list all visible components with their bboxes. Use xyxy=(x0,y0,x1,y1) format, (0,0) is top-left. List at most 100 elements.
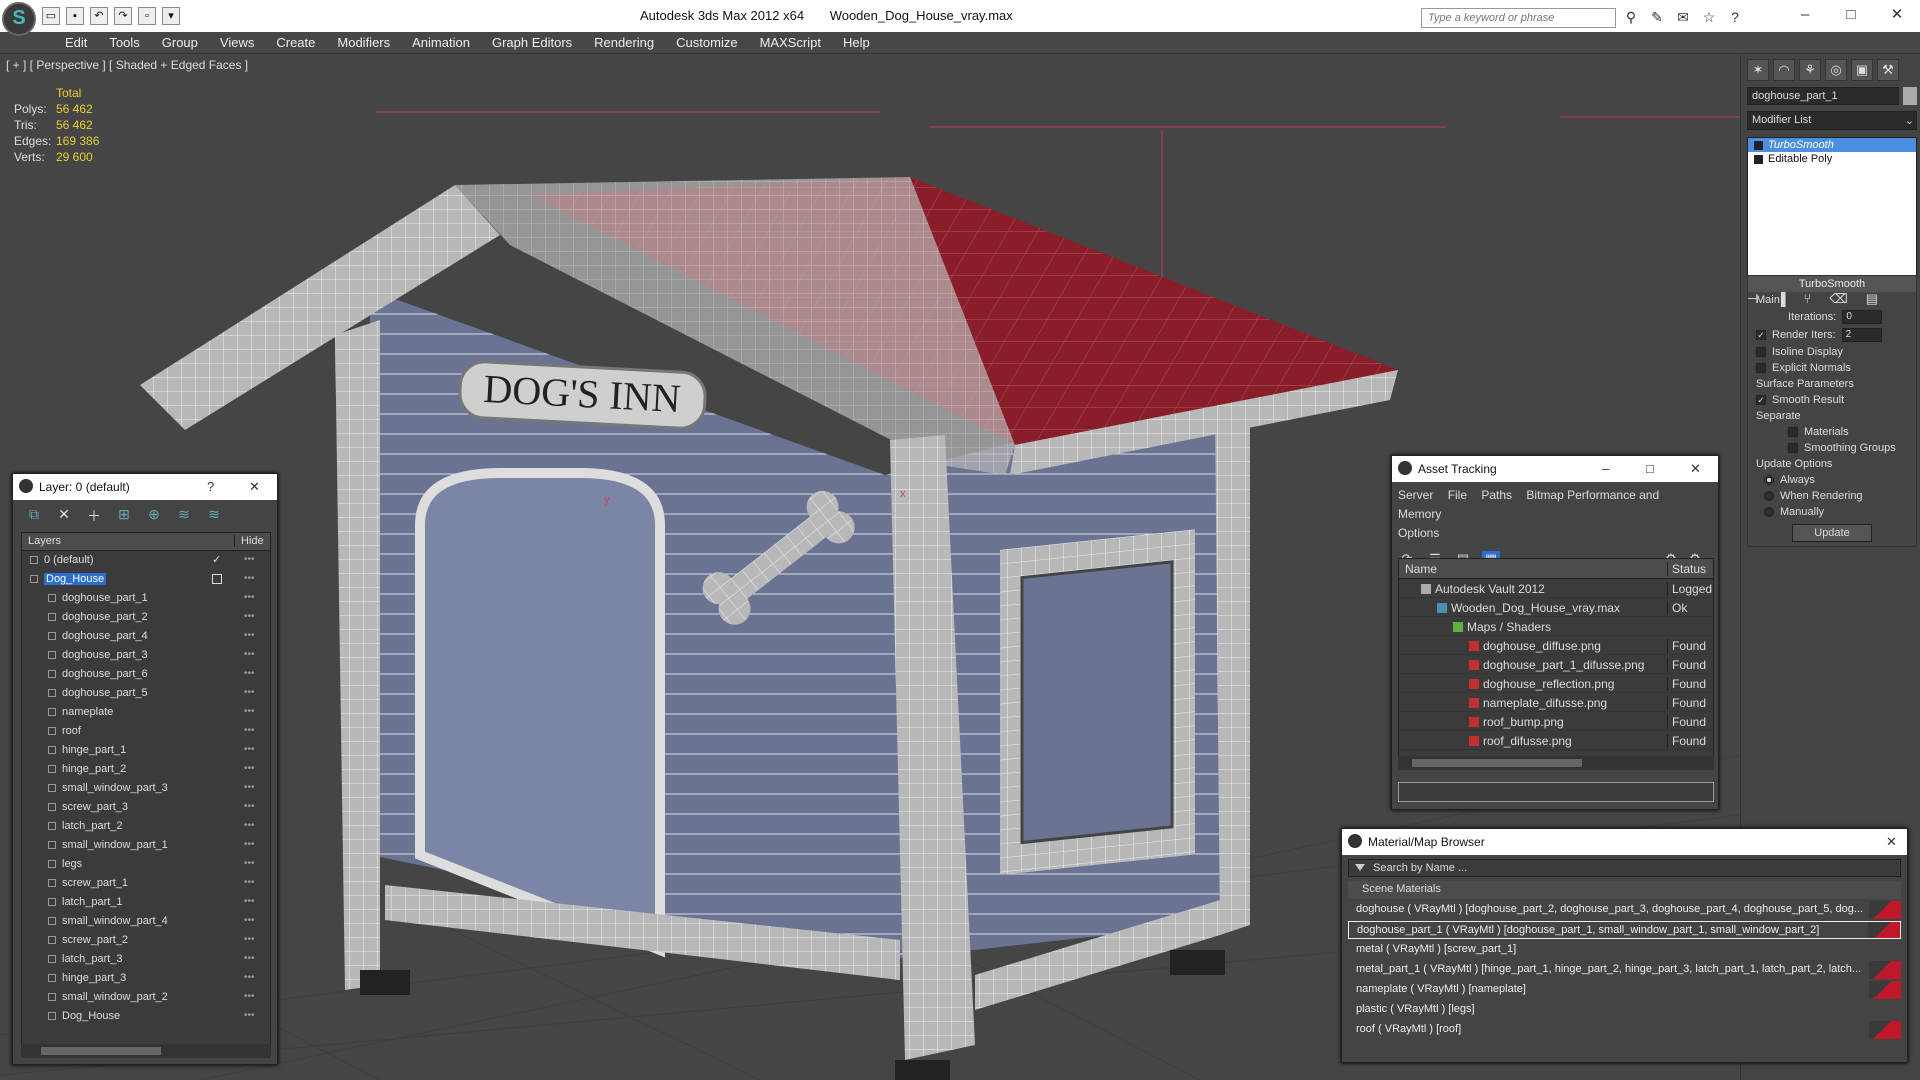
viewport-label[interactable]: [ + ] [ Perspective ] [ Shaded + Edged F… xyxy=(6,58,248,72)
column-name[interactable]: Name xyxy=(1405,562,1437,576)
asset-menu-bitmap[interactable]: Bitmap Performance and Memory xyxy=(1398,488,1659,521)
hide-toggle[interactable]: ••• xyxy=(244,611,255,622)
layer-row[interactable]: doghouse_part_2 ••• xyxy=(22,608,270,627)
object-color-swatch[interactable] xyxy=(1903,87,1917,105)
layer-dialog-titlebar[interactable]: Layer: 0 (default) ? ✕ xyxy=(13,474,277,500)
layer-row[interactable]: doghouse_part_4 ••• xyxy=(22,627,270,646)
stack-item-turbosmooth[interactable]: TurboSmooth xyxy=(1748,138,1916,152)
layer-row[interactable]: screw_part_2 ••• xyxy=(22,931,270,950)
undo-icon[interactable]: ↶ xyxy=(90,7,108,25)
options-dropdown-icon[interactable] xyxy=(1355,864,1365,871)
asset-row[interactable]: nameplate_difusse.png Found xyxy=(1399,693,1713,712)
rollout-header[interactable]: TurboSmooth xyxy=(1748,276,1916,292)
menu-customize[interactable]: Customize xyxy=(665,35,748,50)
hide-toggle[interactable]: ••• xyxy=(244,744,255,755)
menu-views[interactable]: Views xyxy=(209,35,265,50)
close-icon[interactable]: ✕ xyxy=(1690,461,1701,477)
layer-row[interactable]: hinge_part_3 ••• xyxy=(22,969,270,988)
layer-row[interactable]: small_window_part_3 ••• xyxy=(22,779,270,798)
material-row[interactable]: doghouse_part_1 ( VRayMtl ) [doghouse_pa… xyxy=(1348,921,1901,939)
maximize-icon[interactable]: □ xyxy=(1646,461,1654,476)
hide-toggle[interactable]: ••• xyxy=(244,991,255,1002)
scene-materials-group[interactable]: Scene Materials xyxy=(1348,881,1901,899)
redo-icon[interactable]: ↷ xyxy=(114,7,132,25)
close-icon[interactable]: ✕ xyxy=(249,479,260,495)
menu-tools[interactable]: Tools xyxy=(98,35,150,50)
app-logo-icon[interactable]: S xyxy=(2,2,36,36)
asset-menu-server[interactable]: Server xyxy=(1398,488,1433,502)
asset-row[interactable]: Autodesk Vault 2012 Logged O xyxy=(1399,579,1713,598)
material-row[interactable]: metal ( VRayMtl ) [screw_part_1] xyxy=(1348,941,1901,959)
motion-tab-icon[interactable]: ◎ xyxy=(1825,59,1847,81)
column-hide[interactable]: Hide xyxy=(234,535,264,547)
material-row[interactable]: doghouse ( VRayMtl ) [doghouse_part_2, d… xyxy=(1348,901,1901,919)
layer-row[interactable]: screw_part_3 ••• xyxy=(22,798,270,817)
scrollbar-thumb[interactable] xyxy=(41,1047,161,1055)
hide-toggle[interactable]: ••• xyxy=(244,915,255,926)
stack-item-editable-poly[interactable]: Editable Poly xyxy=(1748,152,1916,166)
asset-row[interactable]: doghouse_diffuse.png Found xyxy=(1399,636,1713,655)
add-selection-box-icon[interactable] xyxy=(212,574,222,584)
open-icon[interactable]: ▭ xyxy=(42,7,60,25)
asset-dialog-titlebar[interactable]: Asset Tracking – □ ✕ xyxy=(1392,456,1718,482)
layer-row[interactable]: small_window_part_1 ••• xyxy=(22,836,270,855)
isoline-checkbox[interactable] xyxy=(1756,347,1766,357)
modify-tab-icon[interactable]: ◠ xyxy=(1773,59,1795,81)
hide-toggle[interactable]: ••• xyxy=(244,649,255,660)
favorites-star-icon[interactable]: ☆ xyxy=(1700,8,1718,26)
layer-row[interactable]: 0 (default) ••• ✓ xyxy=(22,551,270,570)
layer-row[interactable]: latch_part_3 ••• xyxy=(22,950,270,969)
hide-toggle[interactable]: ••• xyxy=(244,953,255,964)
layer-row[interactable]: small_window_part_4 ••• xyxy=(22,912,270,931)
menu-create[interactable]: Create xyxy=(265,35,326,50)
menu-modifiers[interactable]: Modifiers xyxy=(326,35,401,50)
scrollbar-thumb[interactable] xyxy=(1412,759,1582,767)
menu-edit[interactable]: Edit xyxy=(54,35,98,50)
menu-maxscript[interactable]: MAXScript xyxy=(749,35,832,50)
hide-toggle[interactable]: ••• xyxy=(244,801,255,812)
save-icon[interactable]: ▪ xyxy=(66,7,84,25)
layer-row[interactable]: doghouse_part_3 ••• xyxy=(22,646,270,665)
layer-row[interactable]: nameplate ••• xyxy=(22,703,270,722)
layer-row[interactable]: Dog_House ••• xyxy=(22,1007,270,1026)
materials-checkbox[interactable] xyxy=(1788,427,1798,437)
layer-row[interactable]: Dog_House ••• xyxy=(22,570,270,589)
render-iters-spinner[interactable]: 2 xyxy=(1841,328,1882,342)
hide-toggle[interactable]: ••• xyxy=(244,820,255,831)
layer-row[interactable]: latch_part_1 ••• xyxy=(22,893,270,912)
hide-toggle[interactable]: ••• xyxy=(244,934,255,945)
smoothing-groups-checkbox[interactable] xyxy=(1788,443,1798,453)
hide-toggle[interactable]: ••• xyxy=(244,1010,255,1021)
help-icon[interactable]: ? xyxy=(207,479,214,494)
minimize-icon[interactable]: – xyxy=(1782,0,1828,30)
material-row[interactable]: nameplate ( VRayMtl ) [nameplate] xyxy=(1348,981,1901,999)
manually-radio[interactable] xyxy=(1764,507,1774,517)
asset-menu-file[interactable]: File xyxy=(1448,488,1467,502)
material-row[interactable]: metal_part_1 ( VRayMtl ) [hinge_part_1, … xyxy=(1348,961,1901,979)
column-status[interactable]: Status xyxy=(1667,562,1706,576)
keyword-search-input[interactable]: Type a keyword or phrase xyxy=(1421,8,1616,28)
display-tab-icon[interactable]: ▣ xyxy=(1851,59,1873,81)
layer-row[interactable]: latch_part_2 ••• xyxy=(22,817,270,836)
material-row[interactable]: plastic ( VRayMtl ) [legs] xyxy=(1348,1001,1901,1019)
asset-row[interactable]: Maps / Shaders xyxy=(1399,617,1713,636)
hide-all-icon[interactable]: ≋ xyxy=(175,506,193,524)
select-in-layer-icon[interactable]: ⊞ xyxy=(115,506,133,524)
menu-graph-editors[interactable]: Graph Editors xyxy=(481,35,583,50)
material-row[interactable]: roof ( VRayMtl ) [roof] xyxy=(1348,1021,1901,1039)
asset-row[interactable]: doghouse_part_1_difusse.png Found xyxy=(1399,655,1713,674)
column-layers[interactable]: Layers xyxy=(28,535,61,547)
maximize-icon[interactable]: □ xyxy=(1828,0,1874,30)
asset-row[interactable]: doghouse_reflection.png Found xyxy=(1399,674,1713,693)
highlight-selected-icon[interactable]: ⊕ xyxy=(145,506,163,524)
iterations-spinner[interactable]: 0 xyxy=(1842,310,1883,324)
close-icon[interactable]: ✕ xyxy=(1886,834,1897,850)
hide-toggle[interactable]: ••• xyxy=(244,630,255,641)
hide-toggle[interactable]: ••• xyxy=(244,839,255,850)
expand-icon[interactable] xyxy=(1754,155,1763,164)
layer-row[interactable]: roof ••• xyxy=(22,722,270,741)
hide-toggle[interactable]: ••• xyxy=(244,858,255,869)
subscription-icon[interactable]: ✎ xyxy=(1648,8,1666,26)
close-icon[interactable]: ✕ xyxy=(1874,0,1920,30)
always-radio[interactable] xyxy=(1764,475,1774,485)
